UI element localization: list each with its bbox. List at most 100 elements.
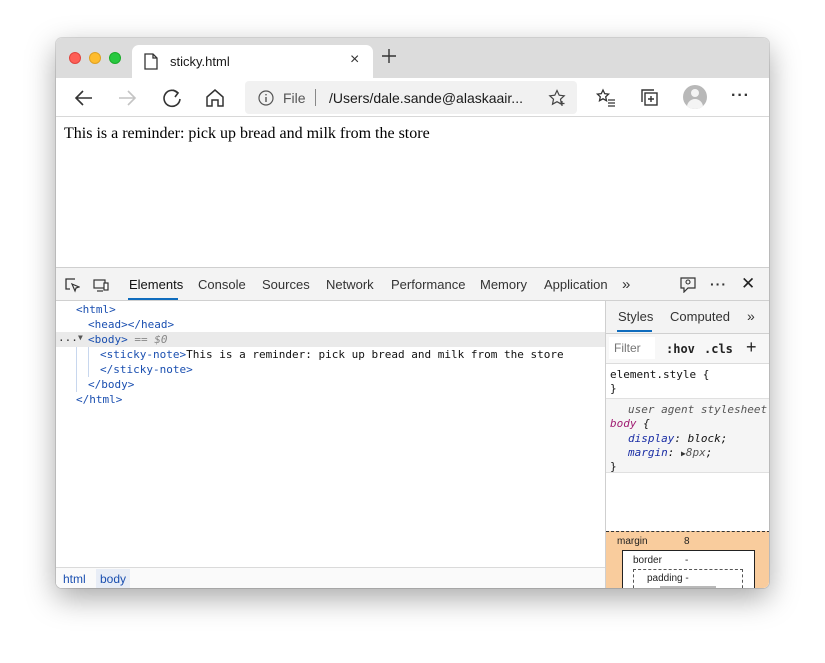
breadcrumb: html body: [56, 567, 605, 588]
dom-node-html[interactable]: <html>: [76, 303, 116, 318]
sticky-note-text: This is a reminder: pick up bread and mi…: [64, 125, 430, 142]
tab-application[interactable]: Application: [544, 277, 608, 292]
prop-name-margin: margin: [628, 446, 668, 459]
elements-tree: ... ▼ <html> <head></head> <body> == $0 …: [56, 301, 605, 588]
close-window-button[interactable]: [69, 52, 81, 64]
element-style-close-brace: }: [610, 382, 617, 395]
tag-sticky-note-open: <sticky-note>: [100, 348, 187, 361]
indent-guide: [76, 347, 77, 392]
more-panes-chevron-icon[interactable]: »: [747, 308, 755, 324]
breadcrumb-html[interactable]: html: [59, 572, 90, 586]
tag-html-open: <html>: [76, 303, 116, 316]
new-tab-icon[interactable]: [382, 49, 396, 63]
devtools-toolbar: Elements Console Sources Network Perform…: [56, 268, 769, 301]
indent-guide: [88, 347, 89, 377]
browser-tab[interactable]: sticky.html ×: [132, 45, 373, 78]
box-model-margin-label: margin: [617, 536, 648, 547]
rule-open-brace: {: [636, 417, 650, 430]
tag-sticky-note-close: </sticky-note>: [100, 363, 193, 376]
dom-node-html-close[interactable]: </html>: [76, 393, 122, 408]
tag-body-open: <body>: [88, 333, 128, 346]
tab-computed[interactable]: Computed: [670, 309, 730, 324]
tab-performance[interactable]: Performance: [391, 277, 465, 292]
devtools-close-icon[interactable]: ✕: [741, 274, 755, 294]
element-style-selector[interactable]: element.style {: [610, 368, 709, 381]
devtools-menu-icon[interactable]: ···: [710, 276, 727, 292]
display-declaration[interactable]: display: block;: [628, 432, 727, 445]
url-separator: [315, 89, 316, 106]
inspect-element-icon[interactable]: [64, 277, 80, 293]
tab-console[interactable]: Console: [198, 277, 246, 292]
body-selector-line: body {: [610, 417, 650, 430]
box-model-border-value[interactable]: -: [685, 555, 688, 566]
active-tab-indicator: [128, 298, 178, 300]
page-viewport: This is a reminder: pick up bread and mi…: [56, 118, 769, 267]
styles-active-tab-indicator: [617, 330, 652, 332]
box-model-diagram: margin 8 border - padding -: [606, 531, 769, 588]
tab-elements[interactable]: Elements: [129, 277, 183, 292]
margin-declaration[interactable]: margin: ▶8px;: [628, 446, 712, 459]
prop-value-display: block: [687, 432, 721, 445]
user-agent-stylesheet-label: user agent stylesheet: [628, 403, 768, 416]
styles-pane: Styles Computed » :hov .cls + element.st…: [605, 301, 769, 588]
body-rule-close-brace: }: [610, 460, 617, 473]
dom-node-sticky-note-close[interactable]: </sticky-note>: [100, 363, 193, 378]
styles-tab-bar: Styles Computed »: [606, 301, 769, 334]
zoom-window-button[interactable]: [109, 52, 121, 64]
back-arrow-icon[interactable]: [73, 87, 95, 109]
browser-toolbar: File /Users/dale.sande@alaskaair... ···: [56, 78, 769, 117]
dom-node-sticky-note[interactable]: <sticky-note>This is a reminder: pick up…: [100, 348, 564, 363]
tab-close-icon[interactable]: ×: [350, 51, 359, 69]
favorites-icon[interactable]: [595, 87, 617, 109]
minimize-window-button[interactable]: [89, 52, 101, 64]
expand-triangle-icon[interactable]: ▼: [78, 333, 83, 342]
tag-body-close: </body>: [88, 378, 135, 391]
tag-head: <head></head>: [88, 318, 175, 331]
box-model-margin-value[interactable]: 8: [684, 536, 690, 547]
sticky-note-node-text: This is a reminder: pick up bread and mi…: [186, 348, 564, 361]
forward-arrow-icon[interactable]: [116, 87, 138, 109]
add-favorite-star-icon[interactable]: [548, 89, 566, 107]
home-icon[interactable]: [204, 87, 226, 109]
tab-title: sticky.html: [170, 54, 230, 69]
box-model-padding: padding -: [633, 569, 743, 588]
breadcrumb-body[interactable]: body: [96, 569, 131, 588]
tab-styles[interactable]: Styles: [618, 309, 653, 324]
selected-node-marker: == $0: [127, 333, 168, 346]
feedback-icon[interactable]: [680, 277, 696, 293]
dom-node-body[interactable]: <body> == $0: [88, 333, 168, 348]
tag-html-close: </html>: [76, 393, 123, 406]
address-bar[interactable]: File /Users/dale.sande@alaskaair...: [245, 81, 577, 114]
avatar-head: [691, 89, 699, 97]
settings-more-icon[interactable]: ···: [731, 87, 750, 105]
title-bar: sticky.html ×: [56, 38, 769, 78]
profile-avatar[interactable]: [683, 85, 707, 109]
avatar-torso: [687, 99, 703, 109]
hover-state-toggle[interactable]: :hov: [666, 342, 695, 356]
info-icon[interactable]: [258, 90, 274, 106]
tab-sources[interactable]: Sources: [262, 277, 310, 292]
url-scheme-label: File: [283, 90, 306, 106]
node-actions-ellipsis[interactable]: ...: [58, 331, 78, 344]
more-tabs-chevron-icon[interactable]: »: [622, 276, 630, 293]
url-text[interactable]: /Users/dale.sande@alaskaair...: [329, 90, 523, 106]
tab-network[interactable]: Network: [326, 277, 374, 292]
body-selector[interactable]: body: [610, 417, 637, 430]
dom-node-body-close[interactable]: </body>: [88, 378, 134, 393]
box-model-content: [660, 586, 716, 588]
devtools-panel: Elements Console Sources Network Perform…: [56, 267, 769, 588]
refresh-icon[interactable]: [161, 87, 183, 109]
box-model-border: border - padding -: [622, 550, 755, 588]
styles-filter-input[interactable]: [609, 337, 655, 359]
class-toggle[interactable]: .cls: [704, 342, 733, 356]
device-emulation-icon[interactable]: [93, 277, 109, 293]
element-style-rule: element.style { }: [606, 364, 769, 399]
collections-icon[interactable]: [639, 87, 661, 109]
dom-node-head[interactable]: <head></head>: [88, 318, 174, 333]
prop-value-margin: 8px: [685, 446, 706, 459]
new-style-rule-icon[interactable]: +: [746, 337, 757, 358]
tab-memory[interactable]: Memory: [480, 277, 527, 292]
styles-filter-row: :hov .cls +: [606, 334, 769, 364]
body-user-agent-rule: user agent stylesheet body { display: bl…: [606, 399, 769, 473]
box-model-border-label: border: [633, 555, 662, 566]
